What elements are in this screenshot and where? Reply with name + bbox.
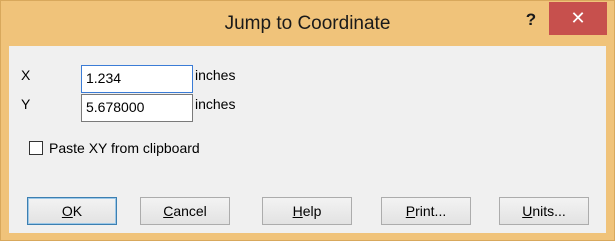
print-mnemonic: P	[405, 203, 416, 219]
y-coordinate-input[interactable]: 5.678000	[81, 94, 193, 122]
close-icon[interactable]: ✕	[549, 2, 607, 35]
ok-button[interactable]: OK	[27, 197, 117, 225]
cancel-mnemonic: C	[163, 203, 174, 219]
units-button[interactable]: Units...	[499, 197, 589, 225]
ok-mnemonic: O	[61, 203, 73, 219]
y-unit-label: inches	[195, 96, 236, 112]
print-button[interactable]: Print...	[381, 197, 471, 225]
dialog-window: Jump to Coordinate ? ✕ X 1.234 inches Y …	[0, 0, 615, 241]
x-unit-label: inches	[195, 67, 236, 83]
units-mnemonic: U	[522, 203, 533, 219]
help-question-icon[interactable]: ?	[516, 5, 546, 35]
x-label: X	[21, 67, 31, 83]
print-label-rest: rint...	[415, 203, 447, 219]
help-mnemonic: H	[292, 203, 303, 219]
x-coordinate-input[interactable]: 1.234	[81, 65, 193, 93]
cancel-label-rest: ancel	[173, 203, 207, 219]
cancel-button[interactable]: Cancel	[140, 197, 230, 225]
help-label-rest: elp	[302, 203, 322, 219]
help-button[interactable]: Help	[262, 197, 352, 225]
units-label-rest: nits...	[532, 203, 566, 219]
y-label: Y	[21, 96, 31, 112]
paste-xy-label[interactable]: Paste XY from clipboard	[49, 140, 200, 156]
ok-label-rest: K	[72, 203, 83, 219]
paste-xy-checkbox[interactable]	[29, 141, 43, 155]
title-bar[interactable]: Jump to Coordinate ? ✕	[1, 1, 614, 46]
dialog-client-area: X 1.234 inches Y 5.678000 inches Paste X…	[9, 46, 606, 233]
